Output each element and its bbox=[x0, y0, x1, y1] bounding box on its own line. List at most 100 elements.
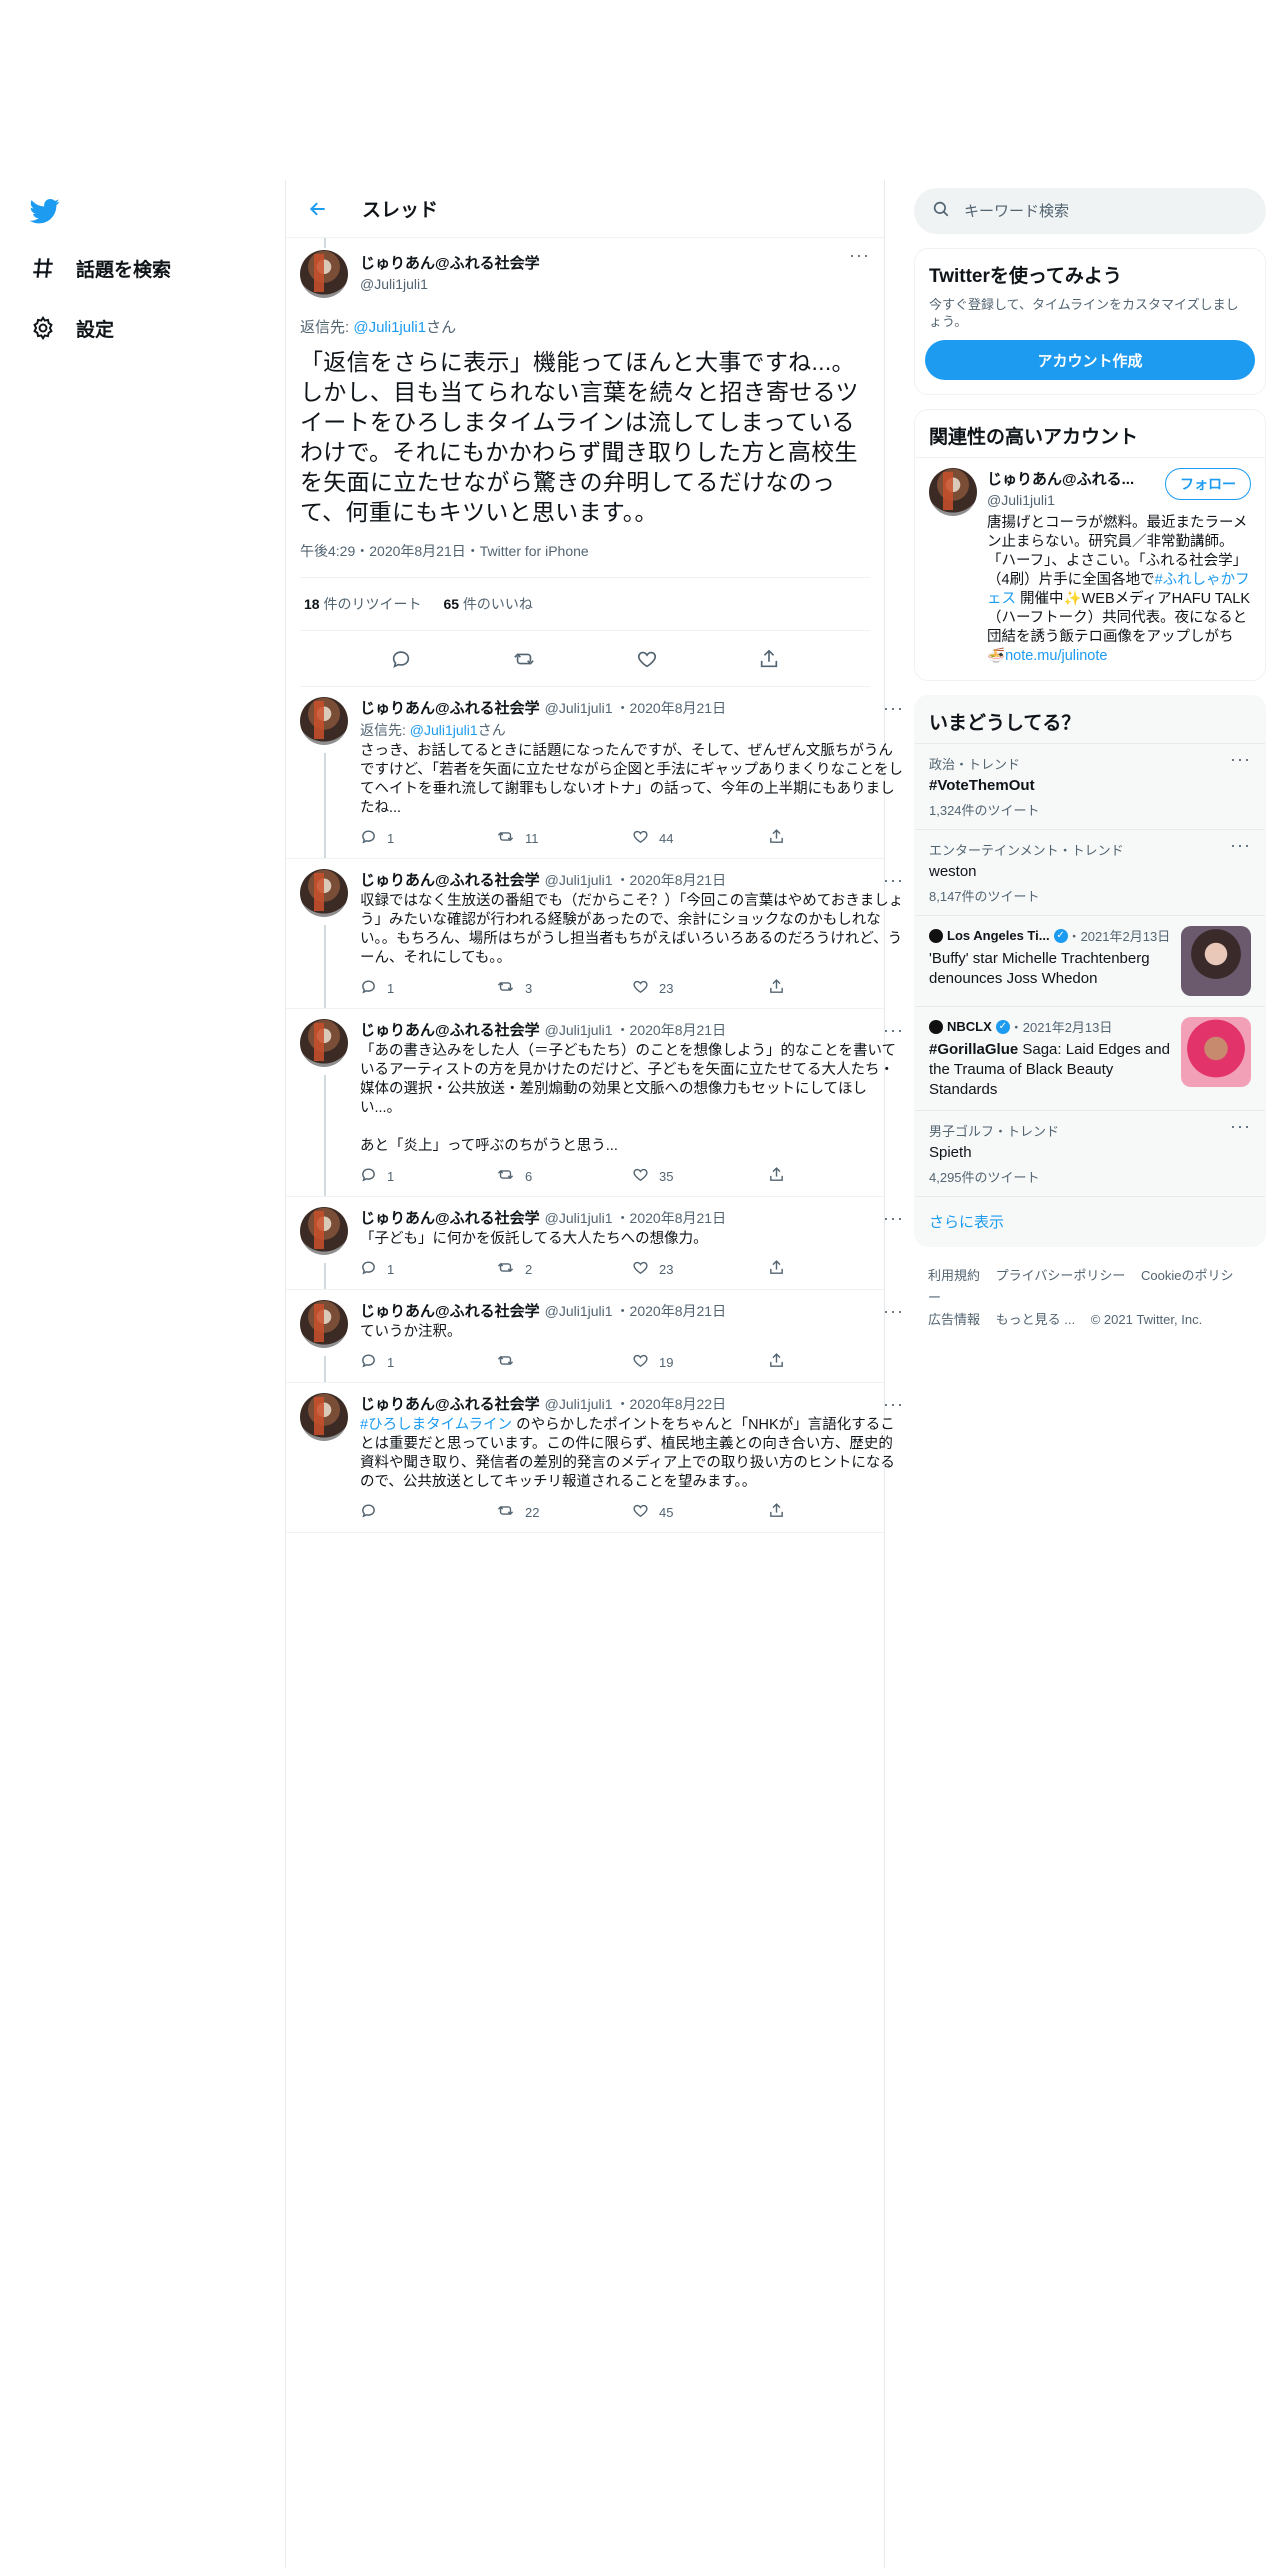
like-button[interactable]: 19 bbox=[632, 1352, 768, 1372]
bio-url-link[interactable]: note.mu/julinote bbox=[1005, 648, 1107, 664]
display-name[interactable]: じゅりあん@ふれる社会学 bbox=[360, 1207, 540, 1228]
handle[interactable]: @Juli1juli1 bbox=[987, 492, 1165, 508]
retweet-button[interactable]: 2 bbox=[496, 1259, 632, 1279]
like-button[interactable]: 44 bbox=[632, 828, 768, 848]
follow-button[interactable]: フォロー bbox=[1165, 468, 1251, 500]
retweet-count-link[interactable]: 18 件のリツイート bbox=[304, 594, 421, 614]
more-icon[interactable]: ··· bbox=[883, 1302, 904, 1320]
footer-link[interactable]: 利用規約 bbox=[928, 1268, 980, 1283]
avatar[interactable] bbox=[929, 468, 977, 516]
reply-button[interactable]: 1 bbox=[360, 828, 496, 848]
news-item[interactable]: NBCLX ✓ ・2021年2月13日 #GorillaGlue Saga: Lai… bbox=[915, 1006, 1265, 1110]
more-icon[interactable]: ··· bbox=[883, 1021, 904, 1039]
share-button[interactable] bbox=[768, 1352, 904, 1372]
tweet-date[interactable]: ・2020年8月21日 bbox=[616, 1301, 727, 1321]
display-name[interactable]: じゅりあん@ふれる社会学 bbox=[360, 869, 540, 890]
handle[interactable]: @Juli1juli1 bbox=[545, 1210, 613, 1226]
display-name[interactable]: じゅりあん@ふれる社会学 bbox=[360, 1393, 540, 1414]
tweet-date[interactable]: ・2020年8月21日 bbox=[616, 698, 727, 718]
more-icon[interactable]: ··· bbox=[883, 1209, 904, 1227]
like-count-link[interactable]: 65 件のいいね bbox=[443, 594, 532, 614]
share-button[interactable] bbox=[768, 1166, 904, 1186]
tweet-date[interactable]: ・2020年8月21日 bbox=[616, 870, 727, 890]
share-button[interactable] bbox=[768, 1502, 904, 1522]
avatar[interactable] bbox=[300, 1207, 348, 1255]
retweet-button[interactable]: 11 bbox=[496, 828, 632, 848]
reply-button[interactable]: 1 bbox=[360, 978, 496, 998]
list-item[interactable]: じゅりあん@ふれる社会学 @Juli1juli1 ・2020年8月21日 ··· 収録… bbox=[286, 859, 903, 1009]
share-button[interactable] bbox=[768, 978, 904, 998]
trend-item[interactable]: エンターテインメント・トレンド ··· weston 8,147件のツイート bbox=[915, 829, 1265, 915]
handle[interactable]: @Juli1juli1 bbox=[360, 276, 540, 292]
display-name[interactable]: じゅりあん@ふれる社会学 bbox=[360, 252, 540, 273]
twitter-bird-icon[interactable] bbox=[28, 196, 62, 226]
display-name[interactable]: じゅりあん@ふれる社会学 bbox=[360, 1019, 540, 1040]
more-icon[interactable]: ··· bbox=[1230, 750, 1251, 773]
display-name[interactable]: じゅりあん@ふれる社会学 bbox=[360, 697, 540, 718]
more-icon[interactable]: ··· bbox=[1230, 1117, 1251, 1140]
avatar[interactable] bbox=[300, 250, 348, 298]
list-item[interactable]: じゅりあん@ふれる社会学 @Juli1juli1 ・2020年8月21日 ··· 「子… bbox=[286, 1197, 903, 1290]
more-icon[interactable]: ··· bbox=[883, 1395, 904, 1413]
create-account-button[interactable]: アカウント作成 bbox=[925, 340, 1255, 380]
share-button[interactable] bbox=[768, 828, 904, 848]
search-box[interactable] bbox=[914, 188, 1266, 234]
retweet-button[interactable]: 3 bbox=[496, 978, 632, 998]
display-name[interactable]: じゅりあん@ふれる社会学 bbox=[360, 1300, 540, 1321]
avatar[interactable] bbox=[300, 869, 348, 917]
reply-to-link[interactable]: @Juli1juli1 bbox=[353, 319, 426, 336]
retweet-icon[interactable] bbox=[512, 648, 536, 670]
more-icon[interactable]: ··· bbox=[849, 246, 870, 264]
avatar[interactable] bbox=[300, 1300, 348, 1348]
tweet-date[interactable]: ・2020年8月22日 bbox=[616, 1394, 727, 1414]
handle[interactable]: @Juli1juli1 bbox=[545, 700, 613, 716]
list-item[interactable]: じゅりあん@ふれる社会学 @Juli1juli1 ・2020年8月21日 ··· 「あ… bbox=[286, 1009, 903, 1197]
more-icon[interactable]: ··· bbox=[883, 699, 904, 717]
retweet-button[interactable]: 6 bbox=[496, 1166, 632, 1186]
footer-link[interactable]: もっと見る ... bbox=[996, 1312, 1075, 1327]
like-icon[interactable] bbox=[636, 648, 658, 670]
hashtag-link[interactable]: #ひろしまタイムライン bbox=[360, 1417, 512, 1433]
share-button[interactable] bbox=[768, 1259, 904, 1279]
handle[interactable]: @Juli1juli1 bbox=[545, 1303, 613, 1319]
retweet-button[interactable] bbox=[496, 1352, 632, 1372]
list-item[interactable]: じゅりあん@ふれる社会学 @Juli1juli1 ・2020年8月22日 ··· #ひ… bbox=[286, 1383, 903, 1533]
more-icon[interactable]: ··· bbox=[883, 871, 904, 889]
reply-button[interactable]: 1 bbox=[360, 1166, 496, 1186]
show-more-link[interactable]: さらに表示 bbox=[915, 1196, 1265, 1246]
nav-explore[interactable]: 話題を検索 bbox=[28, 248, 171, 288]
news-item[interactable]: Los Angeles Ti... ✓ ・2021年2月13日 'Buffy' st… bbox=[915, 915, 1265, 1006]
trend-item[interactable]: 政治・トレンド ··· #VoteThemOut 1,324件のツイート bbox=[915, 743, 1265, 829]
back-arrow-icon[interactable] bbox=[304, 195, 332, 223]
reply-icon[interactable] bbox=[390, 648, 412, 670]
reply-button[interactable]: 1 bbox=[360, 1352, 496, 1372]
like-button[interactable]: 45 bbox=[632, 1502, 768, 1522]
reply-to-link[interactable]: @Juli1juli1 bbox=[410, 722, 478, 738]
list-item[interactable]: じゅりあん@ふれる社会学 @Juli1juli1 ・2020年8月21日 ··· 返信… bbox=[286, 687, 903, 859]
handle[interactable]: @Juli1juli1 bbox=[545, 872, 613, 888]
reply-button[interactable]: 1 bbox=[360, 1259, 496, 1279]
tweet-meta[interactable]: 午後4:29・2020年8月21日・Twitter for iPhone bbox=[300, 541, 870, 578]
tweet-date[interactable]: ・2020年8月21日 bbox=[616, 1020, 727, 1040]
share-icon[interactable] bbox=[758, 648, 780, 670]
list-item[interactable]: じゅりあん@ふれる社会学 @Juli1juli1 ・2020年8月21日 ··· てい… bbox=[286, 1290, 903, 1383]
nav-settings[interactable]: 設定 bbox=[28, 308, 114, 348]
reply-button[interactable] bbox=[360, 1502, 496, 1522]
like-button[interactable]: 35 bbox=[632, 1166, 768, 1186]
avatar[interactable] bbox=[300, 1393, 348, 1441]
tweet-date[interactable]: ・2020年8月21日 bbox=[616, 1208, 727, 1228]
like-button[interactable]: 23 bbox=[632, 1259, 768, 1279]
avatar[interactable] bbox=[300, 697, 348, 745]
display-name[interactable]: じゅりあん@ふれる... bbox=[987, 468, 1137, 489]
footer-link[interactable]: 広告情報 bbox=[928, 1312, 980, 1327]
trend-item[interactable]: 男子ゴルフ・トレンド ··· Spieth 4,295件のツイート bbox=[915, 1110, 1265, 1196]
like-button[interactable]: 23 bbox=[632, 978, 768, 998]
handle[interactable]: @Juli1juli1 bbox=[545, 1022, 613, 1038]
retweet-button[interactable]: 22 bbox=[496, 1502, 632, 1522]
more-icon[interactable]: ··· bbox=[1230, 836, 1251, 859]
related-account[interactable]: じゅりあん@ふれる... @Juli1juli1 フォロー 唐揚げとコーラが燃料… bbox=[915, 457, 1265, 680]
search-input[interactable] bbox=[964, 202, 1224, 220]
avatar[interactable] bbox=[300, 1019, 348, 1067]
handle[interactable]: @Juli1juli1 bbox=[545, 1396, 613, 1412]
footer-link[interactable]: プライバシーポリシー bbox=[996, 1268, 1126, 1283]
